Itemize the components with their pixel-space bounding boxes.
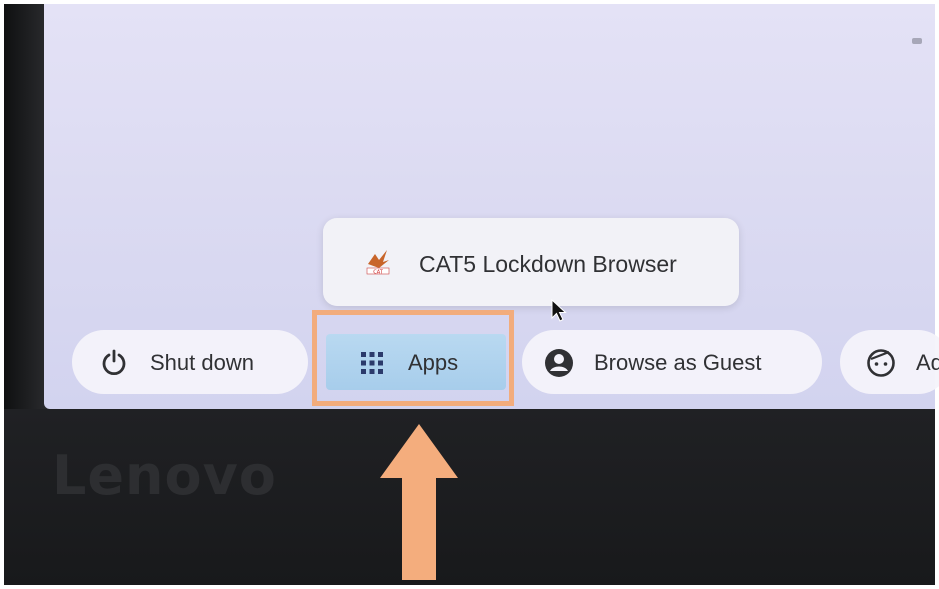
svg-text:CAT: CAT: [373, 270, 384, 276]
menu-item-cat5-lockdown-browser[interactable]: CAT CAT5 Lockdown Browser: [323, 236, 739, 288]
browse-as-guest-button[interactable]: Browse as Guest: [522, 330, 822, 394]
annotation-highlight-box: [312, 310, 514, 406]
power-icon: [102, 349, 126, 376]
status-indicator-icon: [912, 38, 922, 44]
face-icon: [867, 349, 895, 377]
mouse-cursor-icon: [551, 298, 567, 322]
cat5-app-icon: CAT: [366, 250, 390, 276]
account-circle-icon: [545, 349, 573, 377]
shutdown-label: Shut down: [150, 350, 254, 375]
apps-context-menu: CAT CAT5 Lockdown Browser: [323, 218, 739, 306]
menu-item-label: CAT5 Lockdown Browser: [419, 251, 677, 277]
add-person-label: Ad: [916, 350, 939, 375]
left-bezel: [4, 4, 48, 424]
browse-as-guest-label: Browse as Guest: [594, 350, 762, 375]
annotation-arrow-icon: [380, 424, 458, 580]
add-person-button[interactable]: Ad: [840, 330, 939, 394]
brand-logo: Lenovo: [52, 444, 277, 507]
shutdown-button[interactable]: Shut down: [72, 330, 308, 394]
